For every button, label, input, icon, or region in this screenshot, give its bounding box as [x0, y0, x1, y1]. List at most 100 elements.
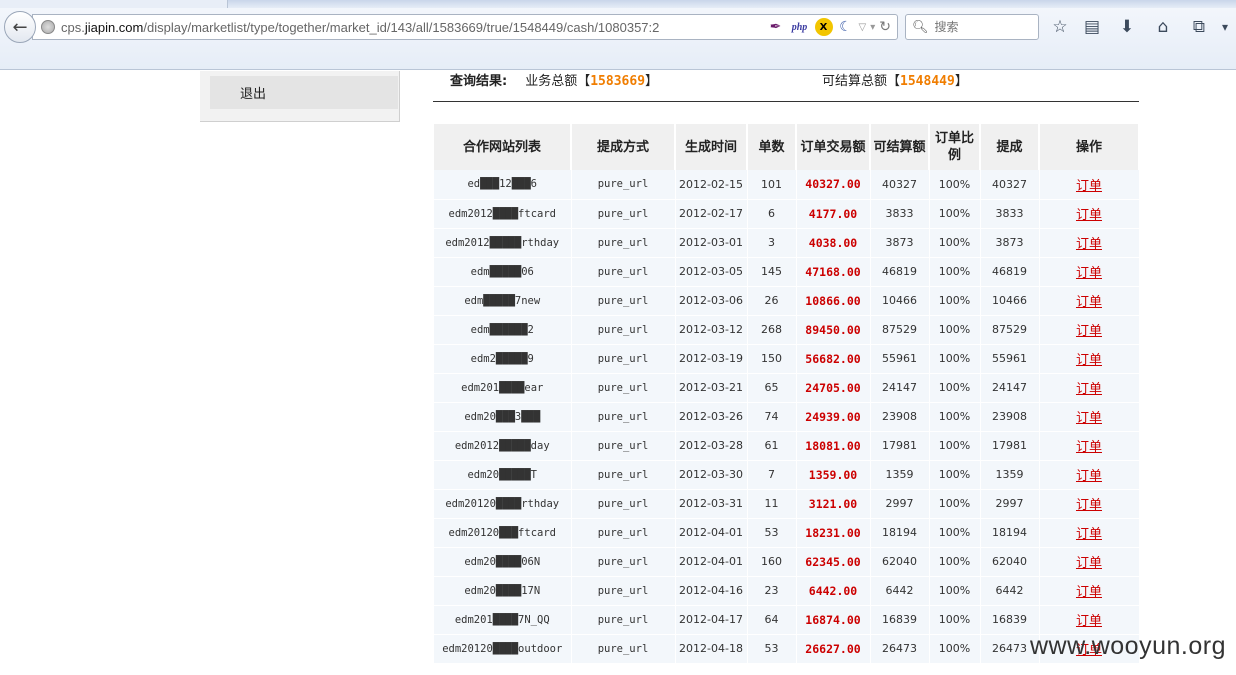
operation-cell: 订单 — [1039, 286, 1140, 316]
order-link[interactable]: 订单 — [1076, 614, 1102, 629]
ratio-cell: 100% — [929, 228, 981, 258]
table-row: edm20███3███ pure_url 2012-03-26 74 24939.00… — [434, 402, 1140, 432]
commission-cell: 62040 — [980, 547, 1040, 577]
count-cell: 145 — [747, 257, 797, 287]
settle-cell: 3833 — [870, 199, 930, 229]
reading-list-icon[interactable]: ▤ — [1080, 15, 1104, 39]
count-cell: 3 — [747, 228, 797, 258]
amount-cell: 10866.00 — [796, 286, 871, 316]
order-link[interactable]: 订单 — [1076, 469, 1102, 484]
order-link[interactable]: 订单 — [1076, 585, 1102, 600]
moon-addon-icon[interactable]: ☾ — [837, 18, 855, 36]
order-link[interactable]: 订单 — [1076, 295, 1102, 310]
order-link[interactable]: 订单 — [1076, 237, 1102, 252]
chevron-down-icon[interactable]: ▾ — [870, 22, 875, 33]
order-link[interactable]: 订单 — [1076, 382, 1102, 397]
url-bar[interactable]: cps.jiapin.com/display/marketlist/type/t… — [32, 14, 898, 40]
url-text[interactable]: cps.jiapin.com/display/marketlist/type/t… — [61, 20, 659, 35]
count-cell: 64 — [747, 605, 797, 635]
commission-cell: 2997 — [980, 489, 1040, 519]
count-cell: 268 — [747, 315, 797, 345]
col-header-count: 单数 — [747, 124, 797, 170]
order-link[interactable]: 订单 — [1076, 324, 1102, 339]
col-header-commission: 提成 — [980, 124, 1040, 170]
download-icon[interactable]: ⬇ — [1115, 15, 1139, 39]
operation-cell: 订单 — [1039, 460, 1140, 490]
site-cell: edm20████17N — [434, 576, 572, 606]
order-link[interactable]: 订单 — [1076, 208, 1102, 223]
order-link[interactable]: 订单 — [1076, 527, 1102, 542]
order-link[interactable]: 订单 — [1076, 556, 1102, 571]
url-addon-icons: ✒ php X ☾ ▽ ▾ ↻ — [767, 18, 891, 36]
amount-cell: 24705.00 — [796, 373, 871, 403]
date-cell: 2012-03-31 — [675, 489, 748, 519]
method-cell: pure_url — [571, 373, 676, 403]
count-cell: 150 — [747, 344, 797, 374]
bracket-close: 】 — [645, 74, 659, 89]
settle-total-label: 可结算总额 — [822, 74, 888, 89]
col-header-date: 生成时间 — [675, 124, 748, 170]
home-icon[interactable]: ⌂ — [1151, 15, 1175, 39]
amount-cell: 62345.00 — [796, 547, 871, 577]
pen-addon-icon[interactable]: ✒ — [767, 18, 785, 36]
amount-cell: 6442.00 — [796, 576, 871, 606]
php-addon-icon[interactable]: php — [789, 18, 811, 36]
order-link[interactable]: 订单 — [1076, 440, 1102, 455]
ratio-cell: 100% — [929, 170, 981, 200]
order-link[interactable]: 订单 — [1076, 353, 1102, 368]
order-link[interactable]: 订单 — [1076, 411, 1102, 426]
amount-cell: 18081.00 — [796, 431, 871, 461]
reload-icon[interactable]: ↻ — [879, 19, 891, 35]
settle-cell: 16839 — [870, 605, 930, 635]
business-total-value: 1583669 — [590, 74, 646, 89]
bracket-close: 】 — [954, 74, 968, 89]
logout-button[interactable]: 退出 — [210, 76, 398, 109]
amount-cell: 18231.00 — [796, 518, 871, 548]
order-link[interactable]: 订单 — [1076, 266, 1102, 281]
site-cell: edm201████7N_QQ — [434, 605, 572, 635]
date-cell: 2012-03-28 — [675, 431, 748, 461]
table-row: edm2012████ftcard pure_url 2012-02-17 6 4177… — [434, 199, 1140, 229]
date-cell: 2012-04-01 — [675, 518, 748, 548]
amount-cell: 3121.00 — [796, 489, 871, 519]
site-cell: edm2012█████rthday — [434, 228, 572, 258]
settle-cell: 10466 — [870, 286, 930, 316]
table-header-row: 合作网站列表 提成方式 生成时间 单数 订单交易额 可结算额 订单比例 提成 操… — [434, 124, 1140, 170]
amount-cell: 40327.00 — [796, 170, 871, 200]
site-cell: ed███12███6 — [434, 170, 572, 200]
count-cell: 23 — [747, 576, 797, 606]
active-tab[interactable] — [0, 0, 228, 8]
query-result-label: 查询结果: — [450, 74, 508, 89]
method-cell: pure_url — [571, 315, 676, 345]
operation-cell: 订单 — [1039, 547, 1140, 577]
search-input[interactable] — [934, 20, 1035, 34]
date-cell: 2012-02-15 — [675, 170, 748, 200]
method-cell: pure_url — [571, 431, 676, 461]
settle-cell: 26473 — [870, 634, 930, 664]
method-cell: pure_url — [571, 634, 676, 664]
dropdown-arrow-icon[interactable]: ▽ — [859, 22, 867, 33]
table-row: edm██████2 pure_url 2012-03-12 268 89450.00 8… — [434, 315, 1140, 345]
back-button[interactable]: ← — [4, 11, 36, 43]
order-link[interactable]: 订单 — [1076, 179, 1102, 194]
menu-chevron-icon[interactable]: ▾ — [1213, 15, 1236, 39]
commission-cell: 3873 — [980, 228, 1040, 258]
search-box[interactable]: 🔍︎ — [905, 14, 1039, 40]
operation-cell: 订单 — [1039, 315, 1140, 345]
operation-cell: 订单 — [1039, 518, 1140, 548]
crop-icon[interactable]: ⧉ — [1187, 15, 1211, 39]
query-result-summary: 查询结果: 业务总额【1583669】 — [450, 70, 658, 89]
method-cell: pure_url — [571, 547, 676, 577]
date-cell: 2012-04-17 — [675, 605, 748, 635]
bookmark-star-icon[interactable]: ☆ — [1048, 15, 1072, 39]
col-header-method: 提成方式 — [571, 124, 676, 170]
site-cell: edm2012█████day — [434, 431, 572, 461]
col-header-ratio: 订单比例 — [929, 124, 981, 170]
amount-cell: 4177.00 — [796, 199, 871, 229]
count-cell: 101 — [747, 170, 797, 200]
order-link[interactable]: 订单 — [1076, 498, 1102, 513]
x-addon-icon[interactable]: X — [814, 18, 833, 36]
ratio-cell: 100% — [929, 605, 981, 635]
method-cell: pure_url — [571, 402, 676, 432]
url-domain: jiapin.com — [84, 19, 144, 35]
